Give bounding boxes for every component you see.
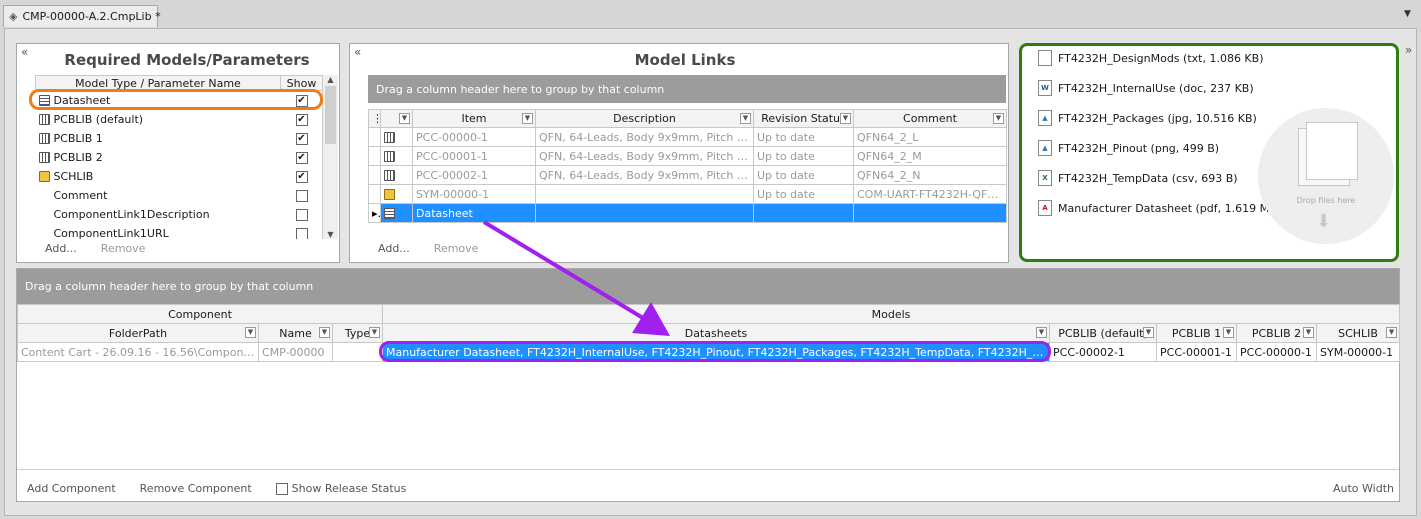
arrow-shaft (482, 220, 645, 320)
annotation-arrow (482, 220, 670, 336)
arrow-head (632, 302, 670, 336)
